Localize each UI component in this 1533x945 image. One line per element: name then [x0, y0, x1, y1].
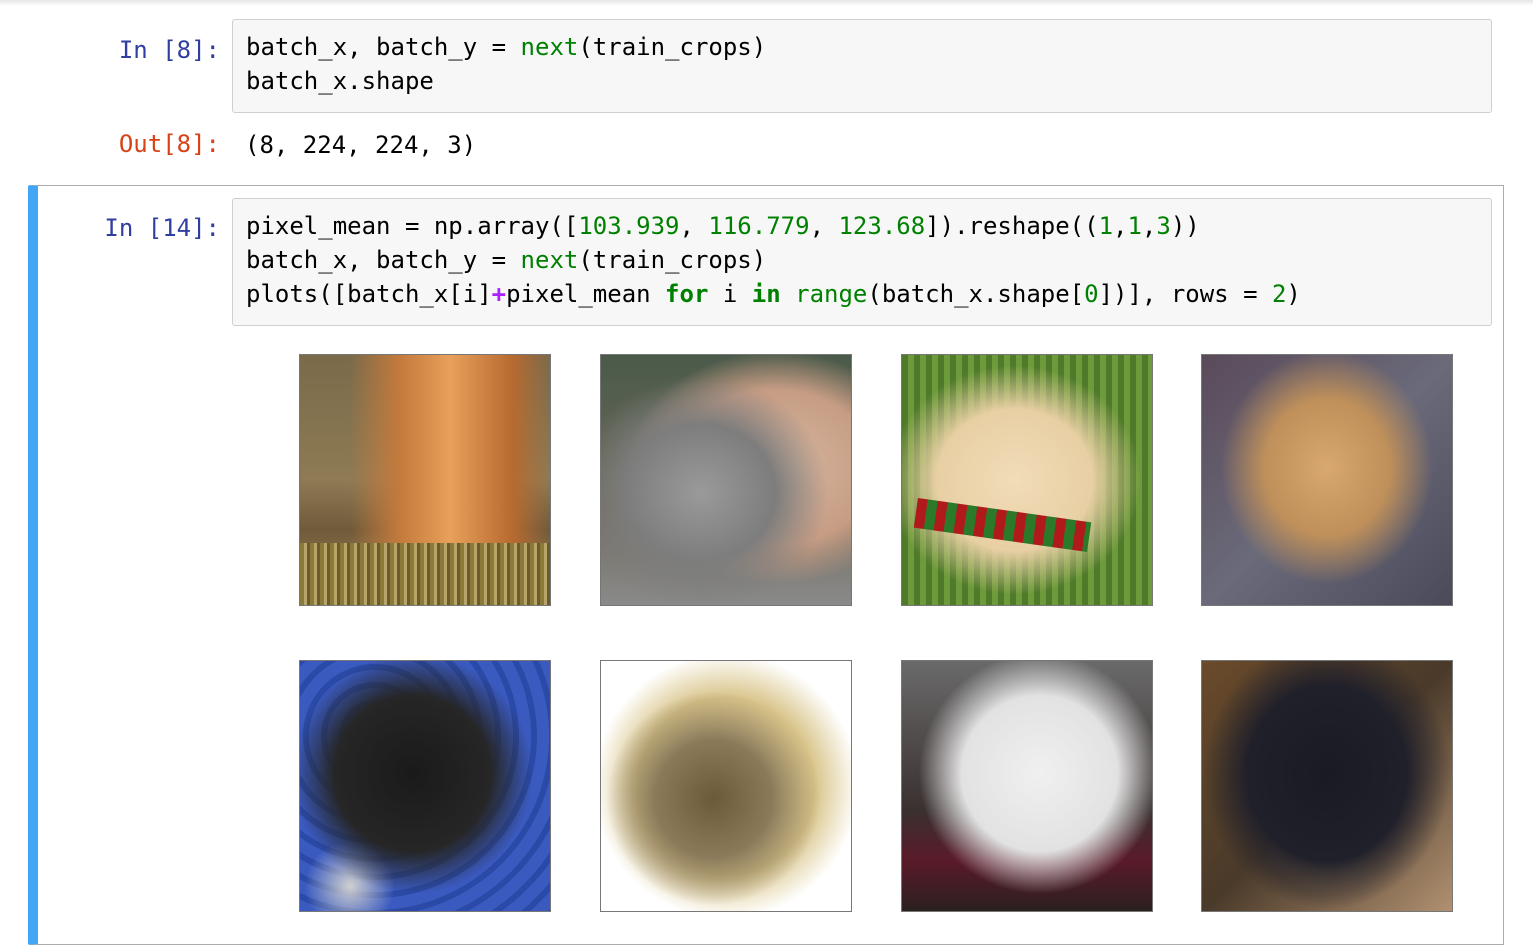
notebook-top-border [0, 0, 1533, 6]
cream-dog-bandana-image [901, 354, 1153, 606]
code-token: (train_crops) [578, 33, 767, 61]
pekingese-dog-image [1201, 354, 1453, 606]
code-editor-8[interactable]: batch_x, batch_y = next(train_crops) batc… [246, 30, 766, 98]
code-token: plots([batch_x[i] [246, 280, 492, 308]
code-token: pixel_mean [506, 280, 666, 308]
code-token: (train_crops) [578, 246, 767, 274]
code-line: batch_x, batch_y = next(train_crops) [246, 30, 766, 64]
code-token: 1 [1127, 212, 1142, 240]
collie-dog-image [299, 354, 551, 606]
code-token: 2 [1271, 280, 1287, 308]
code-token: , [1141, 212, 1157, 240]
white-cat-image [901, 660, 1153, 912]
code-token: )) [1170, 212, 1200, 240]
code-token: batch_x, batch_y = [246, 33, 521, 61]
code-editor-14[interactable]: pixel_mean = np.array([103.939, 116.779,… [246, 209, 1301, 311]
code-token: , [679, 212, 709, 240]
dachshund-dog-image [1201, 660, 1453, 912]
code-token: 0 [1084, 280, 1099, 308]
code-token: i [708, 280, 752, 308]
kittens-basket-image [600, 660, 852, 912]
code-token: , [809, 212, 839, 240]
code-token: for [665, 280, 709, 308]
code-token: batch_x, batch_y = [246, 246, 521, 274]
code-token: next [520, 246, 579, 274]
code-token: 116.779 [708, 212, 810, 240]
input-prompt-14: In [14]: [104, 214, 220, 242]
tuxedo-cat-image [299, 660, 551, 912]
code-token: + [491, 280, 507, 308]
code-token: ])], rows = [1098, 280, 1272, 308]
code-token: (batch_x.shape[ [867, 280, 1085, 308]
code-token: next [520, 33, 579, 61]
code-token: in [751, 280, 781, 308]
code-token: pixel_mean = np.array([ [246, 212, 579, 240]
code-token: , [1113, 212, 1128, 240]
code-token: ) [1286, 280, 1301, 308]
code-input-cell-14[interactable]: pixel_mean = np.array([103.939, 116.779,… [232, 198, 1492, 326]
code-token: ]).reshape(( [925, 212, 1099, 240]
code-token: 1 [1098, 212, 1114, 240]
code-token: range [795, 280, 868, 308]
output-text-8: (8, 224, 224, 3) [245, 131, 477, 159]
code-input-cell-8[interactable]: batch_x, batch_y = next(train_crops) batc… [232, 19, 1492, 113]
input-prompt-8: In [8]: [118, 36, 220, 64]
code-line: batch_x, batch_y = next(train_crops) [246, 243, 1301, 277]
code-line: pixel_mean = np.array([103.939, 116.779,… [246, 209, 1301, 243]
code-line: batch_x.shape [246, 64, 766, 98]
code-token: 103.939 [578, 212, 680, 240]
code-line: plots([batch_x[i]+pixel_mean for i in ra… [246, 277, 1301, 311]
output-prompt-8: Out[8]: [118, 130, 220, 158]
tabby-cat-image [600, 354, 852, 606]
code-token: 123.68 [838, 212, 926, 240]
code-token: 3 [1156, 212, 1171, 240]
code-token: batch_x.shape [246, 67, 434, 95]
